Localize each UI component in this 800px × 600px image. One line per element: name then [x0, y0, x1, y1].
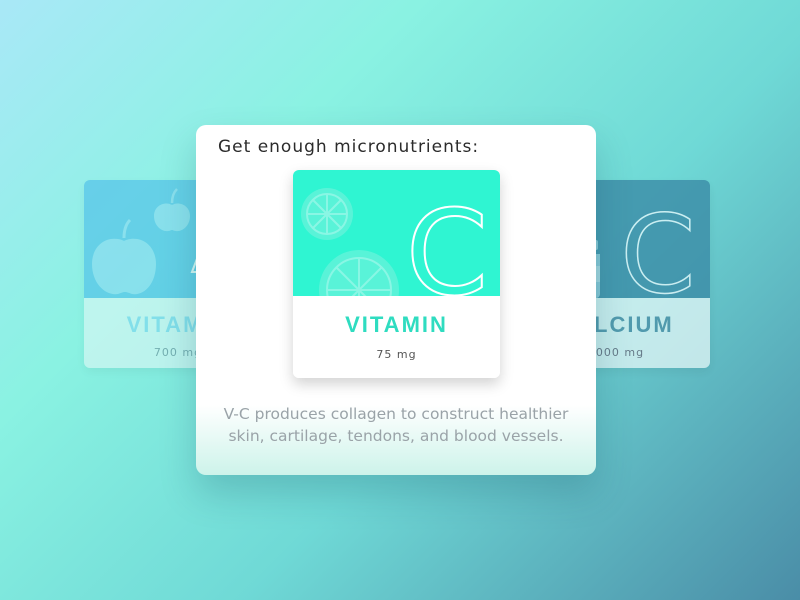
vitamin-c-card-footer: VITAMIN 75 mg: [293, 296, 500, 378]
lemon-slice-icon: [301, 188, 353, 240]
panel-title: Get enough micronutrients:: [218, 137, 480, 157]
apple-icon: [154, 188, 190, 232]
calcium-letter: C: [620, 193, 695, 298]
vitamin-c-card-header: C: [293, 170, 500, 296]
vitamin-c-name: VITAMIN: [345, 312, 448, 337]
panel-description: V-C produces collagen to construct healt…: [223, 405, 569, 445]
lemon-slice-icon: [319, 250, 399, 296]
apple-icon: [92, 218, 156, 295]
vitamin-c-amount: 75 mg: [376, 348, 417, 361]
vitamin-c-letter: C: [406, 184, 488, 296]
vitamin-c-card[interactable]: C VITAMIN 75 mg: [293, 170, 500, 378]
